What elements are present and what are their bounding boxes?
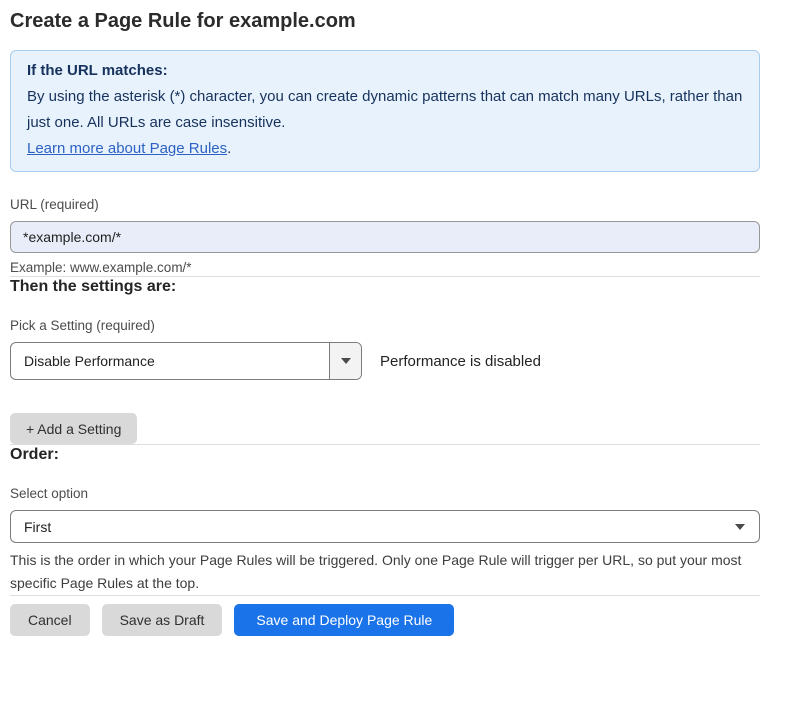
learn-more-link[interactable]: Learn more about Page Rules <box>27 140 227 157</box>
url-example-text: Example: www.example.com/* <box>10 260 760 276</box>
page-title: Create a Page Rule for example.com <box>10 10 760 33</box>
add-setting-button[interactable]: + Add a Setting <box>10 413 137 444</box>
url-matches-info-box: If the URL matches: By using the asteris… <box>10 50 760 172</box>
url-field-label: URL (required) <box>10 197 760 213</box>
divider <box>10 595 760 596</box>
setting-select-value: Disable Performance <box>11 343 329 379</box>
setting-select[interactable]: Disable Performance <box>10 342 362 380</box>
settings-section-heading: Then the settings are: <box>10 277 760 296</box>
footer-actions: Cancel Save as Draft Save and Deploy Pag… <box>10 604 760 649</box>
order-select-value: First <box>24 519 51 535</box>
setting-status-text: Performance is disabled <box>380 353 541 370</box>
order-select[interactable]: First <box>10 510 760 543</box>
save-and-deploy-button[interactable]: Save and Deploy Page Rule <box>234 604 454 636</box>
chevron-down-icon <box>735 524 745 530</box>
link-suffix: . <box>227 140 231 157</box>
pick-setting-label: Pick a Setting (required) <box>10 318 760 334</box>
info-box-heading: If the URL matches: <box>27 58 743 84</box>
save-as-draft-button[interactable]: Save as Draft <box>102 604 223 636</box>
order-section-heading: Order: <box>10 445 760 464</box>
url-input[interactable] <box>10 221 760 253</box>
cancel-button[interactable]: Cancel <box>10 604 90 636</box>
info-box-body: By using the asterisk (*) character, you… <box>27 84 743 136</box>
setting-select-arrow-button[interactable] <box>329 343 361 379</box>
chevron-down-icon <box>341 358 351 364</box>
order-help-text: This is the order in which your Page Rul… <box>10 549 760 595</box>
setting-picker-row: Disable Performance Performance is disab… <box>10 342 760 380</box>
create-page-rule-form: Create a Page Rule for example.com If th… <box>10 0 760 649</box>
order-select-label: Select option <box>10 486 760 502</box>
